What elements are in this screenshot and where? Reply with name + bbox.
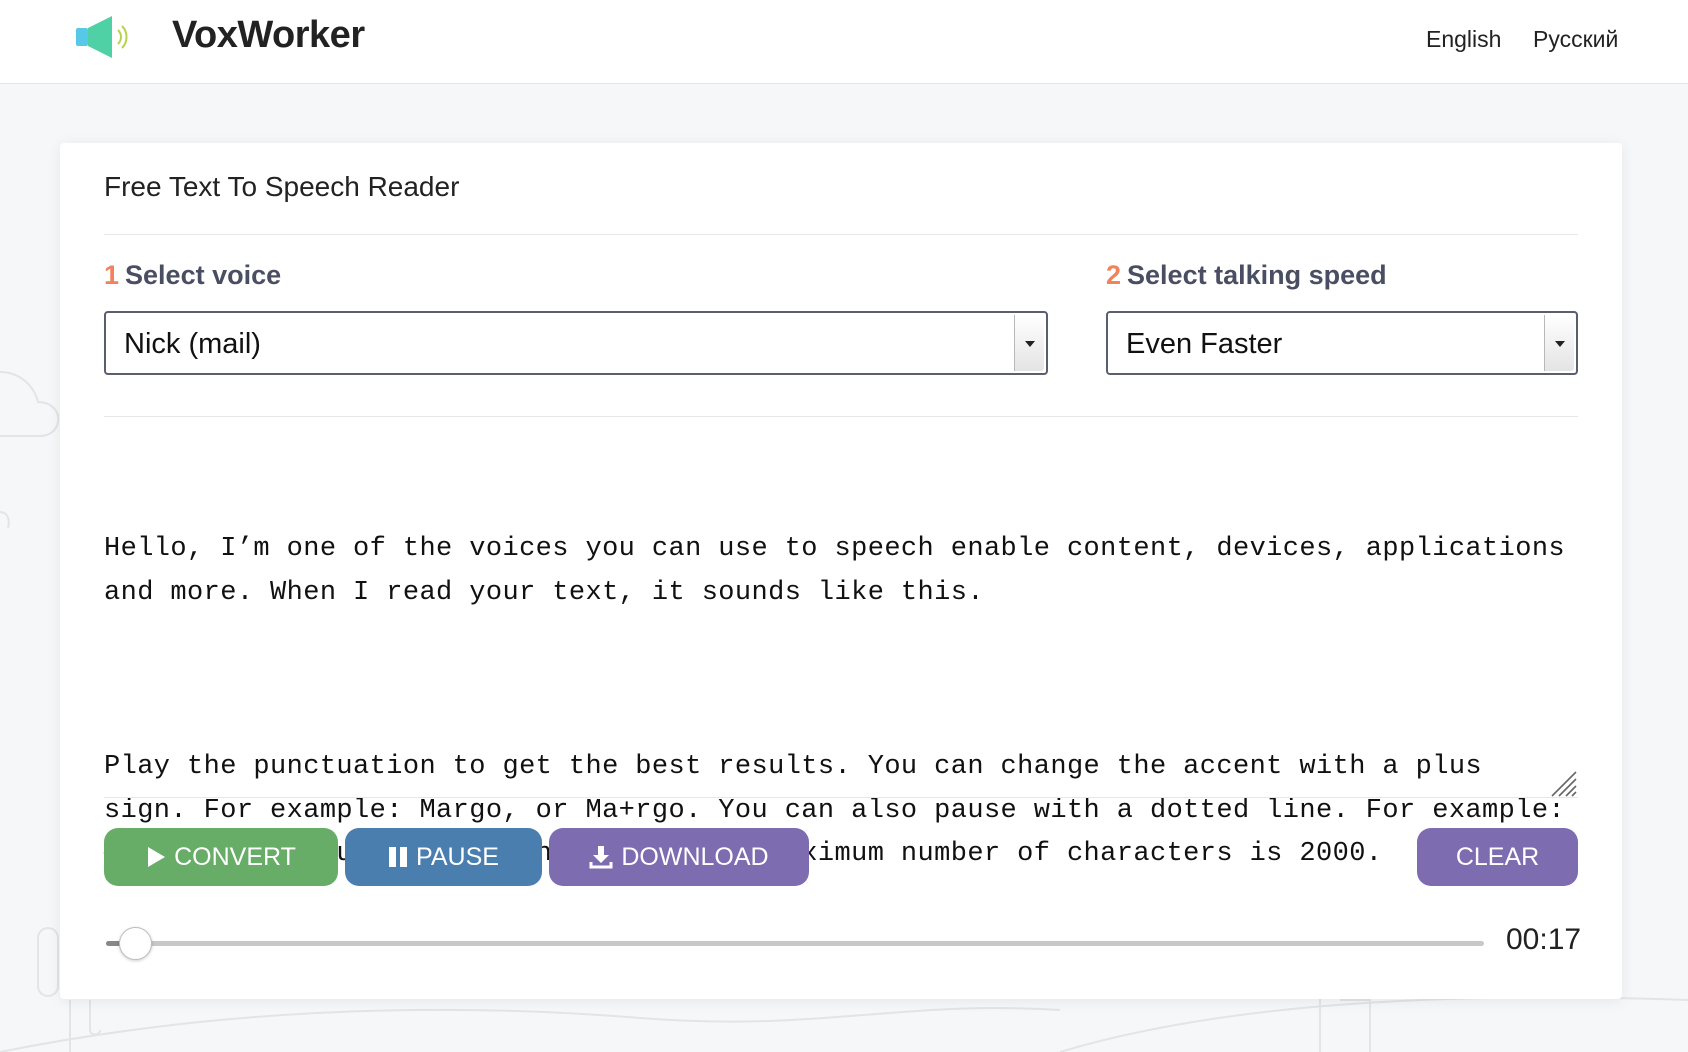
download-icon	[589, 846, 613, 869]
chevron-down-icon[interactable]	[1544, 315, 1574, 371]
text-input-area[interactable]: Hello, I’m one of the voices you can use…	[104, 441, 1582, 869]
speaker-icon[interactable]	[74, 14, 136, 60]
resize-handle-icon[interactable]	[1550, 770, 1578, 798]
select-voice-text: Select voice	[125, 260, 282, 290]
divider	[104, 797, 1578, 798]
top-navbar: VoxWorker English Русский	[0, 0, 1688, 84]
speed-select-value: Even Faster	[1126, 328, 1283, 360]
divider	[104, 234, 1578, 235]
clear-button[interactable]: CLEAR	[1417, 828, 1578, 886]
language-russian-link[interactable]: Русский	[1533, 26, 1618, 53]
step-number: 1	[104, 260, 120, 290]
convert-button[interactable]: CONVERT	[104, 828, 338, 886]
card-title: Free Text To Speech Reader	[104, 171, 460, 202]
audio-time: 00:17	[1506, 923, 1582, 956]
play-icon	[148, 847, 166, 867]
voice-select[interactable]: Nick (mail)	[104, 311, 1048, 375]
step-number: 2	[1106, 260, 1122, 290]
chevron-down-icon[interactable]	[1014, 315, 1044, 371]
language-english-link[interactable]: English	[1426, 26, 1501, 53]
download-label: DOWNLOAD	[621, 842, 769, 871]
convert-label: CONVERT	[174, 842, 296, 871]
download-button[interactable]: DOWNLOAD	[549, 828, 809, 886]
brand-name[interactable]: VoxWorker	[172, 14, 365, 57]
voice-select-value: Nick (mail)	[124, 328, 261, 360]
select-speed-label: 2 Select talking speed	[1106, 260, 1387, 291]
select-speed-text: Select talking speed	[1127, 260, 1387, 290]
divider	[104, 416, 1578, 417]
text-paragraph: Hello, I’m one of the voices you can use…	[104, 534, 1582, 608]
tts-reader-card: Free Text To Speech Reader 1 Select voice…	[60, 143, 1622, 999]
select-voice-label: 1 Select voice	[104, 260, 281, 291]
speed-select[interactable]: Even Faster	[1106, 311, 1578, 375]
audio-progress-track[interactable]	[106, 941, 1484, 946]
pause-icon	[389, 847, 408, 867]
pause-button[interactable]: PAUSE	[345, 828, 542, 886]
pause-label: PAUSE	[416, 842, 499, 871]
